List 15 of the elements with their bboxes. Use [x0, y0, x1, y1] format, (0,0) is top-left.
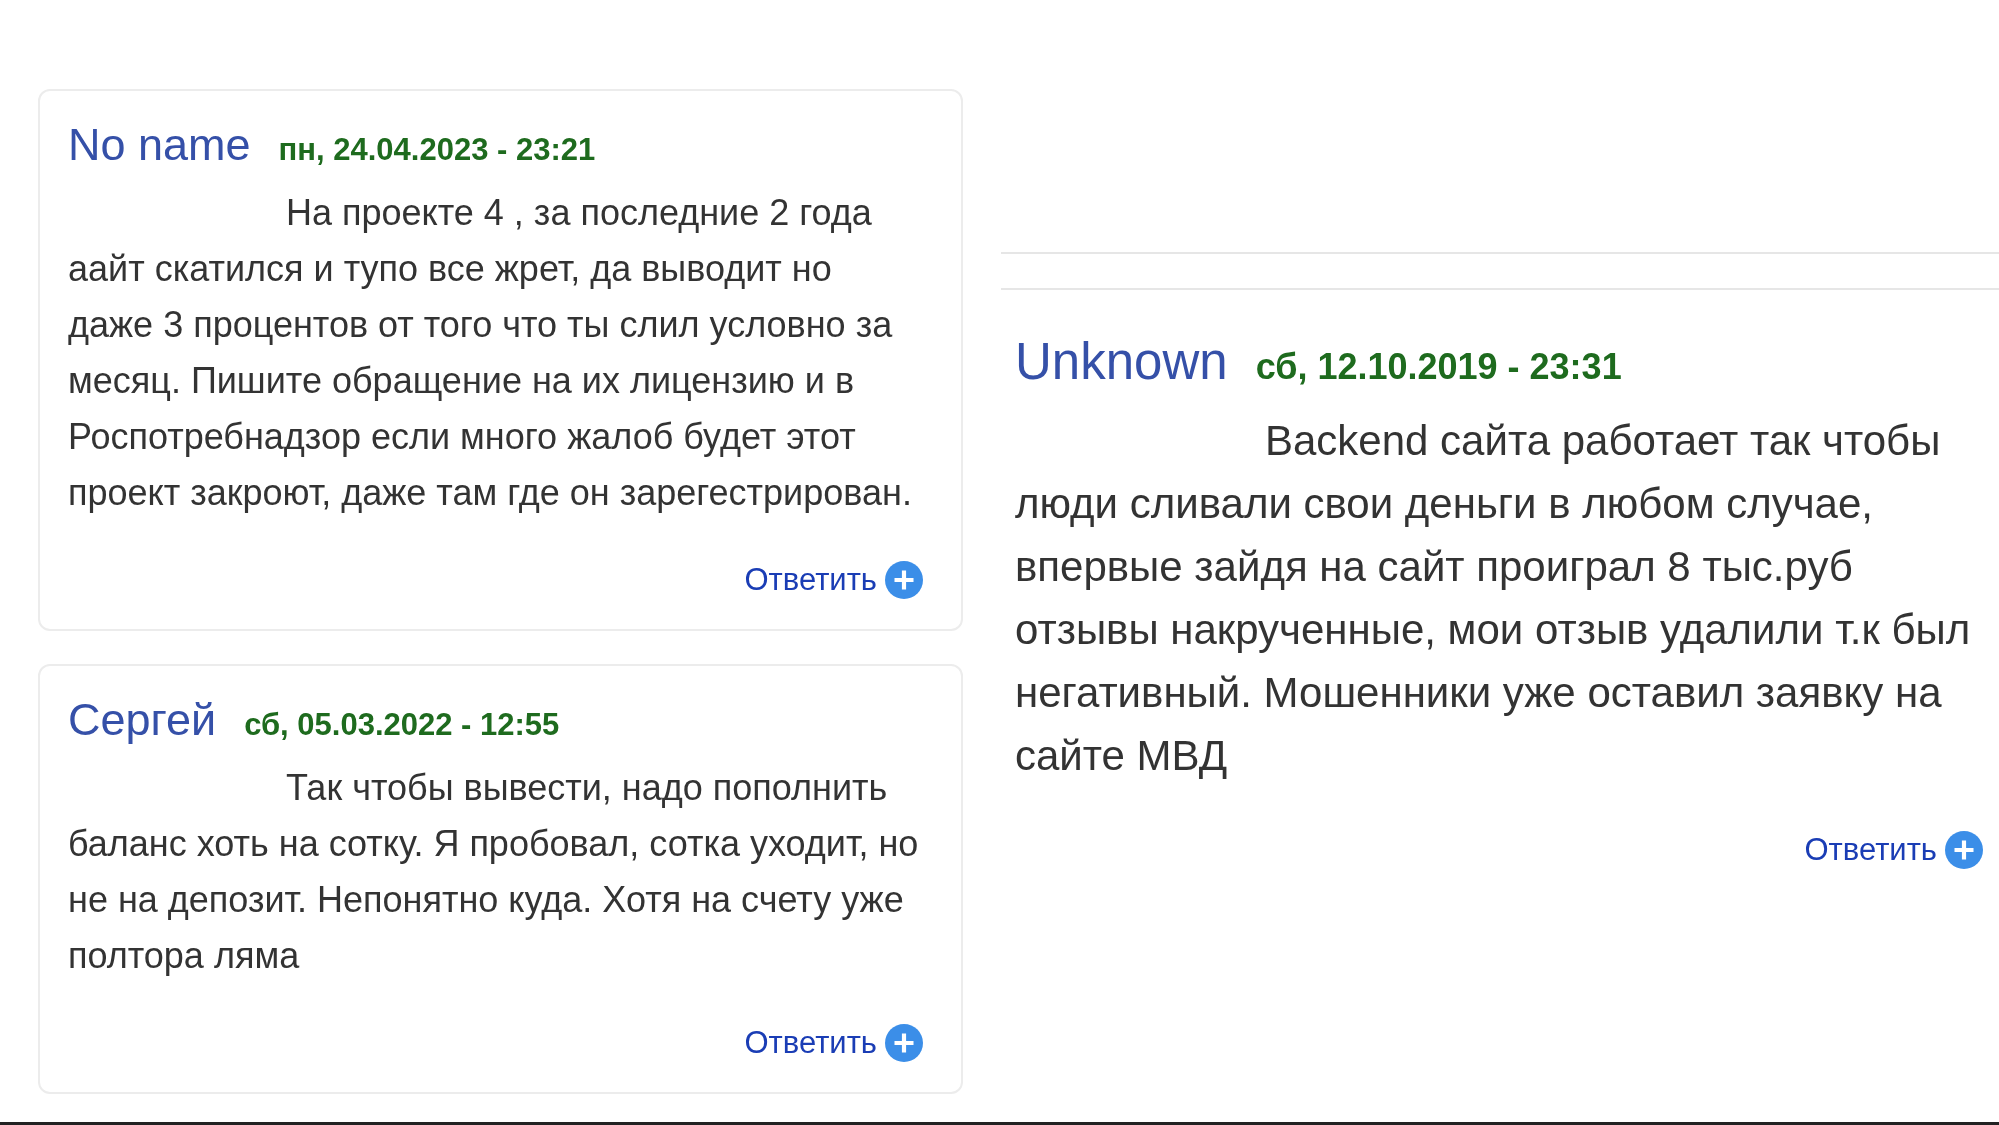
- author-name: Сергей: [68, 694, 217, 746]
- comment-date: сб, 12.10.2019 - 23:31: [1255, 346, 1622, 388]
- comment-text: Backend сайта работает так чтобы люди сливали свои деньги в любом случае, впервые зайдя на сайт проиграл 8 тыс.руб отзывы накрученные, мои отзыв удалили т.к был негативный. Мошенники уже оставил заявку на сайте МВД: [1015, 416, 1972, 781]
- comment-text: Так чтобы вывести, надо пополнить баланс хоть на сотку. Я пробовал, сотка уходит, но не на депозит. Непонятно куда. Хотя на счету уже полтора ляма: [68, 766, 920, 978]
- reply-link[interactable]: Ответить: [744, 562, 877, 598]
- plus-icon[interactable]: [1945, 831, 1983, 869]
- author-name: No name: [68, 119, 251, 171]
- plus-icon[interactable]: [885, 1024, 923, 1062]
- reply-link[interactable]: Ответить: [744, 1025, 877, 1061]
- comment-text: На проекте 4 , за последние 2 года аайт скатился и тупо все жрет, да выводит но даже 3 процентов от того что ты слил условно за месяц. Пишите обращение на их лицензию и в Роспотребнадзор если много жалоб будет этот проект закроют, даже там где он зарегестрирован.: [68, 191, 913, 515]
- comment-date: пн, 24.04.2023 - 23:21: [278, 132, 596, 168]
- author-name: Unknown: [1015, 332, 1228, 391]
- reply-link[interactable]: Ответить: [1804, 832, 1937, 868]
- comment-date: сб, 05.03.2022 - 12:55: [244, 707, 560, 743]
- plus-icon[interactable]: [885, 561, 923, 599]
